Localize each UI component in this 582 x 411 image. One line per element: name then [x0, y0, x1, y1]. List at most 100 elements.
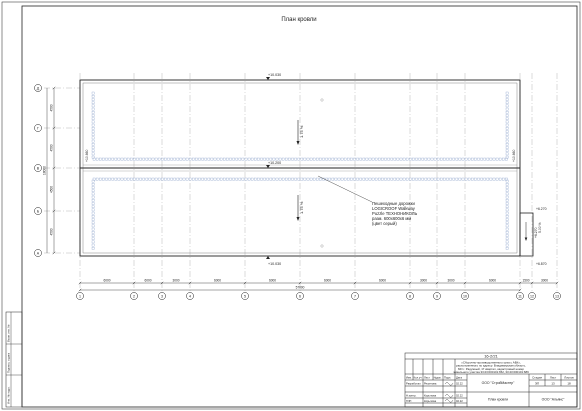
walkway-tile — [424, 157, 428, 161]
walkway-tile — [374, 177, 378, 181]
walkway-tile — [505, 224, 509, 228]
walkway-tile — [415, 157, 418, 161]
walkway-tile — [505, 247, 509, 250]
walkway-tile — [452, 177, 455, 181]
walkway-tile — [359, 177, 362, 181]
walkway-tile — [427, 157, 431, 161]
walkway-tile — [105, 157, 108, 161]
walkway-tile — [91, 130, 95, 133]
walkway-tile — [443, 177, 446, 181]
walkway-tile — [486, 157, 490, 161]
walkway-tile — [467, 157, 471, 161]
walkway-tile — [337, 177, 341, 181]
walkway-tile — [91, 202, 95, 205]
walkway-tile — [505, 202, 509, 205]
walkway-tile — [390, 157, 393, 161]
walkway-tile — [173, 177, 176, 181]
walkway-tile — [505, 91, 509, 95]
tb-role-1: Разработал — [406, 382, 421, 386]
dimension-label: 3000 — [420, 279, 427, 283]
walkway-tile — [306, 177, 310, 181]
level-annex-top-label: +6.270 — [536, 207, 547, 211]
tb-name-1: Решетова — [424, 382, 437, 386]
walkway-tile — [443, 157, 446, 161]
walkway-tile — [498, 157, 502, 161]
walkway-tile — [151, 177, 155, 181]
walkway-tile — [192, 157, 195, 161]
walkway-tile — [350, 177, 353, 181]
walkway-tile — [102, 157, 105, 161]
walkway-tile — [378, 157, 381, 161]
walkway-tile — [102, 177, 105, 181]
walkway-tile — [91, 136, 95, 140]
walkway-tile — [309, 157, 313, 161]
walkway-tile — [505, 227, 509, 231]
walkway-tile — [505, 130, 509, 133]
walkway-tile — [390, 177, 393, 181]
walkway-tile — [185, 177, 189, 181]
stamp-inventory-label: Инв. № подл. — [7, 386, 11, 404]
walkway-tile — [91, 91, 95, 95]
walkway-tile — [303, 177, 307, 181]
axis-label-col: 8 — [409, 294, 411, 298]
walkway-tile — [123, 157, 127, 161]
walkway-tile — [502, 157, 505, 161]
walkway-tile — [477, 157, 480, 161]
walkway-tile — [350, 157, 353, 161]
walkway-tile — [430, 157, 434, 161]
walkway-tile — [201, 157, 204, 161]
walkway-tile — [328, 177, 331, 181]
walkway-tile — [91, 234, 95, 237]
walkway-tile — [111, 177, 114, 181]
walkway-tile — [154, 177, 158, 181]
walkway-tile — [486, 177, 490, 181]
drawing-title: План кровли — [281, 17, 316, 23]
walkway-tile — [353, 157, 356, 161]
walkway-tile — [285, 177, 288, 181]
signature-icon — [444, 382, 454, 386]
axis-label-col: 7 — [354, 294, 356, 298]
walkway-tile — [502, 177, 505, 181]
walkway-tile — [334, 177, 338, 181]
walkway-tile — [319, 157, 322, 161]
walkway-tile — [464, 157, 468, 161]
walkway-tile — [91, 208, 95, 212]
walkway-tile — [412, 157, 415, 161]
walkway-tile — [427, 177, 431, 181]
walkway-tile — [91, 192, 95, 196]
walkway-tile — [254, 177, 257, 181]
walkway-tile — [139, 157, 142, 161]
walkway-tile — [309, 177, 313, 181]
walkway-tile — [393, 177, 397, 181]
walkway-tile — [316, 157, 319, 161]
walkway-tile — [173, 157, 176, 161]
dimension-label: 6000 — [144, 279, 151, 283]
walkway-tile — [331, 157, 335, 161]
walkway-tile — [362, 157, 366, 161]
walkway-tile — [291, 177, 294, 181]
walkway-tile — [151, 157, 155, 161]
walkway-tile — [368, 177, 372, 181]
walkway-tile — [505, 152, 509, 156]
walkway-tile — [91, 133, 95, 136]
tb-hdr-doc: №док. — [434, 377, 442, 380]
walkway-tile — [365, 157, 369, 161]
walkway-tile — [316, 177, 319, 181]
walkway-tile — [458, 177, 462, 181]
walkway-tile — [505, 199, 509, 202]
signature-icon — [444, 399, 454, 403]
walkway-tile — [378, 177, 381, 181]
walkway-tile — [266, 177, 269, 181]
walkway-tile — [446, 177, 449, 181]
walkway-tile — [381, 177, 384, 181]
level-bottom-label: +10.030 — [268, 262, 281, 266]
axis-label-col: 6 — [299, 294, 301, 298]
walkway-tile — [474, 177, 477, 181]
walkway-tile — [285, 157, 288, 161]
walkway-tile — [91, 240, 95, 244]
walkway-tile — [272, 177, 276, 181]
walkway-tile — [114, 157, 118, 161]
dimension-label-vertical: 4500 — [50, 228, 54, 235]
walkway-tile — [250, 177, 254, 181]
walkway-tile — [207, 177, 211, 181]
